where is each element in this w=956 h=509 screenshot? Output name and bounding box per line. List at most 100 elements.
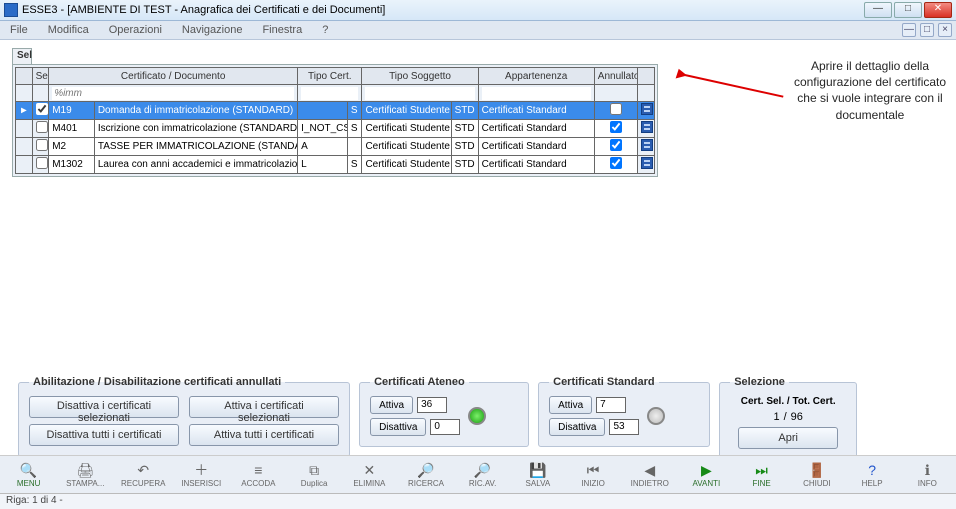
attiva-sel-button[interactable]: Attiva i certificati selezionati bbox=[189, 396, 339, 418]
row-tiposogg[interactable]: Certificati Studente bbox=[362, 138, 451, 156]
row-tiposogg[interactable]: Certificati Studente bbox=[362, 156, 451, 174]
row-code[interactable]: M2 bbox=[49, 138, 95, 156]
row-sogg2[interactable]: STD bbox=[451, 156, 478, 174]
row-code[interactable]: M19 bbox=[49, 102, 95, 120]
row-detail-icon[interactable] bbox=[641, 121, 653, 133]
row-desc[interactable]: TASSE PER IMMATRICOLAZIONE (STANDARD) bbox=[94, 138, 297, 156]
last-icon: ⏭ bbox=[753, 461, 771, 479]
row-tipocert2[interactable] bbox=[347, 138, 362, 156]
tab-sel[interactable]: Sel bbox=[12, 48, 32, 64]
table-row[interactable]: M401Iscrizione con immatricolazione (STA… bbox=[16, 120, 655, 138]
row-desc[interactable]: Laurea con anni accademici e immatricola… bbox=[94, 156, 297, 174]
tool-salva[interactable]: 💾SALVA bbox=[521, 461, 554, 488]
tool-indietro[interactable]: ◀INDIETRO bbox=[632, 461, 668, 488]
row-sel-checkbox[interactable] bbox=[36, 103, 48, 115]
row-sogg2[interactable]: STD bbox=[451, 102, 478, 120]
doc-restore-button[interactable]: □ bbox=[920, 23, 934, 37]
row-tipocert[interactable] bbox=[298, 102, 348, 120]
tool-accoda[interactable]: ≡ACCODA bbox=[241, 461, 275, 488]
tool-info[interactable]: ℹINFO bbox=[911, 461, 944, 488]
row-annullato-checkbox[interactable] bbox=[610, 103, 622, 115]
statusbar: Riga: 1 di 4 - bbox=[0, 493, 956, 509]
tool-duplica[interactable]: ⧉Duplica bbox=[297, 461, 330, 488]
row-tipocert2[interactable]: S bbox=[347, 102, 362, 120]
table-row[interactable]: ▸M19Domanda di immatricolazione (STANDAR… bbox=[16, 102, 655, 120]
tool-inizio[interactable]: ⏮INIZIO bbox=[576, 461, 609, 488]
row-sel-checkbox[interactable] bbox=[36, 121, 48, 133]
tool-stampa[interactable]: 🖨STAMPA... bbox=[67, 461, 103, 488]
row-tipocert[interactable]: L bbox=[298, 156, 348, 174]
col-appart[interactable]: Appartenenza bbox=[478, 68, 594, 85]
menu-modifica[interactable]: Modifica bbox=[44, 22, 93, 38]
col-tiposogg[interactable]: Tipo Soggetto bbox=[362, 68, 478, 85]
minimize-button[interactable]: — bbox=[864, 2, 892, 18]
disattiva-sel-button[interactable]: Disattiva i certificati selezionati bbox=[29, 396, 179, 418]
row-sel-checkbox[interactable] bbox=[36, 139, 48, 151]
menu-navigazione[interactable]: Navigazione bbox=[178, 22, 247, 38]
row-appart[interactable]: Certificati Standard bbox=[478, 156, 594, 174]
close-button[interactable]: ✕ bbox=[924, 2, 952, 18]
row-code[interactable]: M1302 bbox=[49, 156, 95, 174]
tool-elimina[interactable]: ✕ELIMINA bbox=[353, 461, 386, 488]
filter-tiposogg[interactable] bbox=[365, 87, 474, 100]
row-tipocert2[interactable]: S bbox=[347, 120, 362, 138]
panel-abilitazione: Abilitazione / Disabilitazione certifica… bbox=[18, 376, 350, 457]
ateneo-attiva-value: 36 bbox=[417, 397, 447, 413]
menu-finestra[interactable]: Finestra bbox=[258, 22, 306, 38]
tool-avanti[interactable]: ▶AVANTI bbox=[690, 461, 723, 488]
row-code[interactable]: M401 bbox=[49, 120, 95, 138]
row-detail-icon[interactable] bbox=[641, 139, 653, 151]
row-desc[interactable]: Domanda di immatricolazione (STANDARD) bbox=[94, 102, 297, 120]
table-row[interactable]: M1302Laurea con anni accademici e immatr… bbox=[16, 156, 655, 174]
info-icon: ℹ bbox=[918, 461, 936, 479]
tool-ricerca[interactable]: 🔎RICERCA bbox=[408, 461, 444, 488]
maximize-button[interactable]: □ bbox=[894, 2, 922, 18]
ateneo-disattiva-button[interactable]: Disattiva bbox=[370, 418, 426, 436]
row-appart[interactable]: Certificati Standard bbox=[478, 102, 594, 120]
filter-certdoc[interactable] bbox=[52, 87, 294, 100]
col-sel[interactable]: Sel bbox=[32, 68, 49, 85]
row-annullato-checkbox[interactable] bbox=[610, 157, 622, 169]
tool-menu[interactable]: 🔍MENU bbox=[12, 461, 45, 488]
menu-file[interactable]: File bbox=[6, 22, 32, 38]
standard-disattiva-button[interactable]: Disattiva bbox=[549, 418, 605, 436]
panel-selezione: Selezione Cert. Sel. / Tot. Cert. 1 / 96… bbox=[719, 376, 857, 460]
apri-button[interactable]: Apri bbox=[738, 427, 838, 449]
tool-fine[interactable]: ⏭FINE bbox=[745, 461, 778, 488]
menu-operazioni[interactable]: Operazioni bbox=[105, 22, 166, 38]
col-annullato[interactable]: Annullato bbox=[594, 68, 638, 85]
table-row[interactable]: M2TASSE PER IMMATRICOLAZIONE (STANDARD)A… bbox=[16, 138, 655, 156]
row-desc[interactable]: Iscrizione con immatricolazione (STANDAR… bbox=[94, 120, 297, 138]
row-tipocert[interactable]: A bbox=[298, 138, 348, 156]
row-appart[interactable]: Certificati Standard bbox=[478, 138, 594, 156]
col-tipocert[interactable]: Tipo Cert. bbox=[298, 68, 362, 85]
doc-close-button[interactable]: × bbox=[938, 23, 952, 37]
row-tiposogg[interactable]: Certificati Studente bbox=[362, 102, 451, 120]
filter-tipocert[interactable] bbox=[301, 87, 358, 100]
tool-chiudi[interactable]: 🚪CHIUDI bbox=[800, 461, 833, 488]
tool-inserisci[interactable]: ＋INSERISCI bbox=[183, 461, 219, 488]
filter-appart[interactable] bbox=[482, 87, 591, 100]
row-tipocert2[interactable]: S bbox=[347, 156, 362, 174]
tool-ricav[interactable]: 🔎RIC.AV. bbox=[466, 461, 499, 488]
row-tipocert[interactable]: I_NOT_CS bbox=[298, 120, 348, 138]
row-tiposogg[interactable]: Certificati Studente bbox=[362, 120, 451, 138]
attiva-tutti-button[interactable]: Attiva tutti i certificati bbox=[189, 424, 339, 446]
tool-recupera[interactable]: ↶RECUPERA bbox=[125, 461, 161, 488]
row-appart[interactable]: Certificati Standard bbox=[478, 120, 594, 138]
row-annullato-checkbox[interactable] bbox=[610, 121, 622, 133]
row-sogg2[interactable]: STD bbox=[451, 138, 478, 156]
disattiva-tutti-button[interactable]: Disattiva tutti i certificati bbox=[29, 424, 179, 446]
doc-minimize-button[interactable]: — bbox=[902, 23, 916, 37]
row-annullato-checkbox[interactable] bbox=[610, 139, 622, 151]
standard-attiva-button[interactable]: Attiva bbox=[549, 396, 592, 414]
row-sogg2[interactable]: STD bbox=[451, 120, 478, 138]
col-certdoc[interactable]: Certificato / Documento bbox=[49, 68, 298, 85]
row-detail-icon[interactable] bbox=[641, 103, 653, 115]
row-detail-icon[interactable] bbox=[641, 157, 653, 169]
panel-standard: Certificati Standard Attiva7 Disattiva53 bbox=[538, 376, 710, 447]
ateneo-attiva-button[interactable]: Attiva bbox=[370, 396, 413, 414]
menu-help[interactable]: ? bbox=[318, 22, 332, 38]
tool-help[interactable]: ?HELP bbox=[855, 461, 888, 488]
row-sel-checkbox[interactable] bbox=[36, 157, 48, 169]
